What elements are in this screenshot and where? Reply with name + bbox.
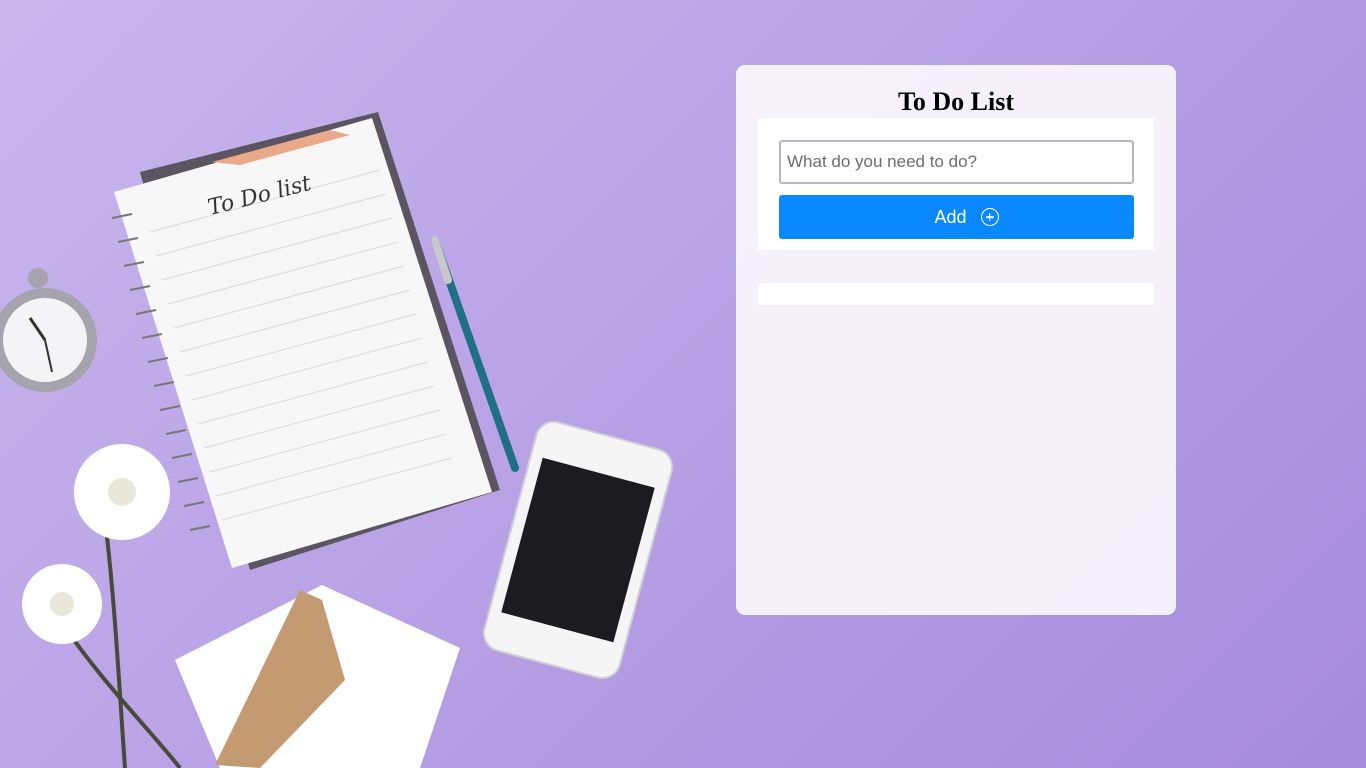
flowers-image	[22, 444, 182, 768]
add-task-form: Add	[758, 118, 1154, 250]
background-desk-illustration: To Do list	[0, 112, 674, 768]
task-list	[758, 283, 1154, 305]
todo-card: To Do List Add	[736, 65, 1176, 615]
add-button[interactable]: Add	[779, 195, 1134, 239]
task-input[interactable]	[779, 140, 1134, 184]
envelope-image	[175, 585, 460, 768]
page-title: To Do List	[897, 87, 1015, 116]
plus-circle-icon	[980, 208, 999, 226]
alarm-clock-image	[0, 268, 97, 392]
add-button-label: Add	[934, 206, 967, 227]
notebook-image: To Do list	[111, 112, 500, 570]
